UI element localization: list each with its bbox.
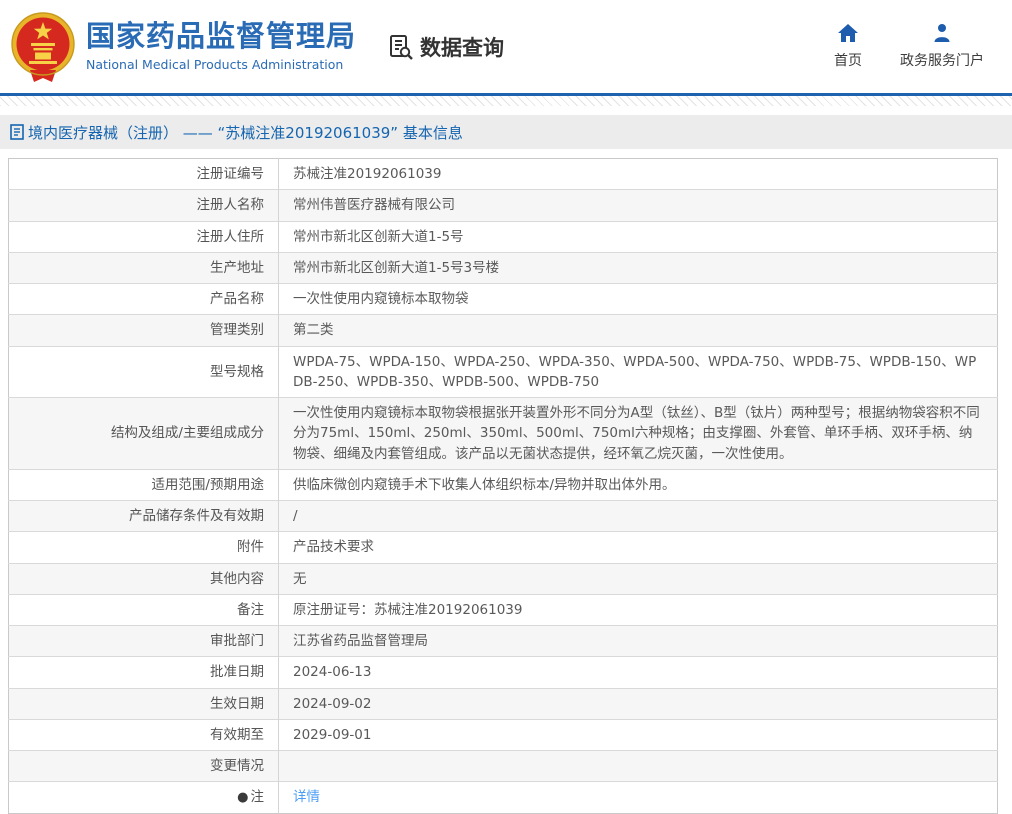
page-header: 国家药品监督管理局 National Medical Products Admi… (0, 0, 1012, 93)
row-label: 产品储存条件及有效期 (129, 508, 264, 524)
row-value: 产品技术要求 (293, 539, 374, 556)
row-label: 变更情况 (210, 758, 264, 774)
row-label: 生效日期 (210, 695, 264, 712)
row-label: 型号规格 (210, 363, 264, 380)
row-label: 批准日期 (210, 664, 264, 681)
table-row: 注册人住所 常州市新北区创新大道1-5号 (8, 221, 998, 253)
table-row: 管理类别 第二类 (8, 314, 998, 346)
breadcrumb: 境内医疗器械（注册） —— “苏械注准20192061039” 基本信息 (0, 115, 1012, 149)
row-label: 生产地址 (210, 259, 264, 276)
table-row: 其他内容 无 (8, 563, 998, 595)
row-label: 结构及组成/主要组成成分 (110, 425, 264, 442)
row-value (279, 751, 998, 782)
table-row: 有效期至 2029-09-01 (8, 719, 998, 751)
row-label: 其他内容 (210, 570, 264, 587)
table-row: 变更情况 (8, 750, 998, 782)
row-label: 产品名称 (210, 291, 264, 307)
row-value: 江苏省药品监督管理局 (293, 633, 428, 649)
person-icon (934, 24, 950, 42)
row-label: 附件 (237, 539, 264, 556)
table-row: 附件 产品技术要求 (8, 531, 998, 563)
row-label: 管理类别 (210, 322, 264, 339)
row-value: 原注册证号：苏械注准20192061039 (293, 601, 523, 618)
data-query-label: 数据查询 (420, 35, 505, 60)
table-row: 生产地址 常州市新北区创新大道1-5号3号楼 (8, 252, 998, 284)
row-value: 常州伟普医疗器械有限公司 (293, 197, 455, 214)
table-row: 批准日期 2024-06-13 (8, 656, 998, 688)
nav-portal-label: 政务服务门户 (900, 53, 984, 69)
agency-title: 国家药品监督管理局 (86, 19, 357, 54)
row-value: 第二类 (293, 322, 334, 339)
row-value: 详情 (279, 782, 998, 814)
nav-home[interactable]: 首页 (834, 23, 862, 70)
nav-portal[interactable]: 政务服务门户 (900, 23, 984, 70)
row-value: 2024-06-13 (293, 664, 372, 681)
breadcrumb-text: 境内医疗器械（注册） —— “苏械注准20192061039” 基本信息 (28, 123, 463, 142)
row-label: 审批部门 (210, 633, 264, 649)
row-value: 一次性使用内窥镜标本取物袋 (293, 291, 469, 307)
table-row: 注册人名称 常州伟普医疗器械有限公司 (8, 189, 998, 221)
row-value: 2029-09-01 (293, 726, 372, 743)
row-value: 2024-09-02 (293, 695, 372, 712)
agency-titles: 国家药品监督管理局 National Medical Products Admi… (86, 19, 357, 72)
row-value: 一次性使用内窥镜标本取物袋根据张开装置外形不同分为A型（钛丝）、B型（钛片）两种… (293, 405, 980, 462)
table-row: 备注 原注册证号：苏械注准20192061039 (8, 594, 998, 626)
row-value: 常州市新北区创新大道1-5号 (293, 228, 464, 245)
china-national-emblem-icon (11, 11, 75, 82)
agency-logo: 国家药品监督管理局 National Medical Products Admi… (10, 11, 357, 82)
row-label: 有效期至 (210, 726, 264, 743)
registration-info-table: 注册证编号 苏械注准20192061039 注册人名称 常州伟普医疗器械有限公司… (8, 158, 998, 814)
row-value: 苏械注准20192061039 (293, 166, 442, 182)
table-row: 产品储存条件及有效期 / (8, 500, 998, 532)
table-row: 结构及组成/主要组成成分 一次性使用内窥镜标本取物袋根据张开装置外形不同分为A型… (8, 397, 998, 470)
row-value: 常州市新北区创新大道1-5号3号楼 (293, 259, 500, 276)
info-table-body: 注册证编号 苏械注准20192061039 注册人名称 常州伟普医疗器械有限公司… (8, 158, 998, 814)
row-value: 无 (293, 570, 307, 587)
nav-home-label: 首页 (834, 53, 862, 69)
row-value: / (293, 508, 298, 524)
row-label: 注 (250, 789, 265, 806)
table-row: 适用范围/预期用途 供临床微创内窥镜手术下收集人体组织标本/异物并取出体外用。 (8, 469, 998, 501)
table-row: 生效日期 2024-09-02 (8, 688, 998, 720)
note-bullet-icon: ● (237, 790, 249, 806)
row-value: 供临床微创内窥镜手术下收集人体组织标本/异物并取出体外用。 (293, 476, 676, 493)
detail-link[interactable]: 详情 (293, 789, 320, 805)
row-value: WPDA-75、WPDA-150、WPDA-250、WPDA-350、WPDA-… (293, 353, 977, 390)
document-icon (10, 124, 24, 140)
table-row: 审批部门 江苏省药品监督管理局 (8, 625, 998, 657)
table-row: 注册证编号 苏械注准20192061039 (8, 158, 998, 190)
row-label: 注册证编号 (196, 166, 265, 182)
table-row: 型号规格 WPDA-75、WPDA-150、WPDA-250、WPDA-350、… (8, 346, 998, 398)
row-label: 注册人名称 (196, 197, 265, 214)
document-search-icon (390, 34, 413, 60)
stripe-decoration (0, 96, 1012, 106)
table-row: 产品名称 一次性使用内窥镜标本取物袋 (8, 283, 998, 315)
row-label: 备注 (237, 601, 264, 618)
row-label: 适用范围/预期用途 (151, 476, 264, 493)
data-query-tab[interactable]: 数据查询 (388, 32, 504, 62)
table-row: ● 注 详情 (8, 781, 998, 814)
agency-subtitle: National Medical Products Administration (86, 56, 344, 72)
home-icon (838, 24, 858, 42)
header-nav: 首页 政务服务门户 (834, 23, 1012, 70)
row-label: 注册人住所 (196, 228, 265, 245)
